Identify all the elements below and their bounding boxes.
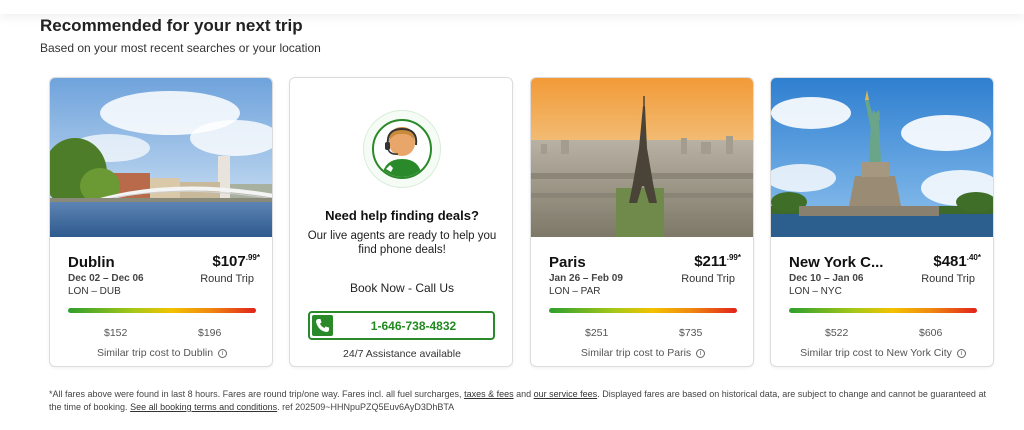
similar-trip-cost[interactable]: Similar trip cost to Paris i xyxy=(531,347,753,359)
trip-price: $481.40* xyxy=(933,253,981,270)
similar-trip-cost[interactable]: Similar trip cost to New York City i xyxy=(771,347,993,359)
price-asterisk: * xyxy=(256,253,260,262)
price-range-low: $251 xyxy=(585,327,609,339)
price-cents: .99 xyxy=(245,253,257,262)
price-range-bar xyxy=(789,308,977,313)
destination-card-new-york[interactable]: New York C... Dec 10 – Jan 06 LON – NYC … xyxy=(770,77,994,367)
assistance-note: 24/7 Assistance available xyxy=(343,348,461,360)
price-type: Round Trip xyxy=(921,273,975,285)
price-range-bar xyxy=(68,308,256,313)
section-subtitle: Based on your most recent searches or yo… xyxy=(40,41,321,55)
price-range-high: $735 xyxy=(679,327,703,339)
book-now-label: Book Now - Call Us xyxy=(349,281,455,295)
help-description: Our live agents are ready to help you fi… xyxy=(307,230,497,256)
help-title: Need help finding deals? xyxy=(325,208,479,223)
destination-card-dublin[interactable]: Dublin Dec 02 – Dec 06 LON – DUB $107.99… xyxy=(49,77,273,367)
fare-disclaimer: *All fares above were found in last 8 ho… xyxy=(49,388,994,414)
price-type: Round Trip xyxy=(681,273,735,285)
disclaimer-ref: . ref 202509~HHNpuPZQ5Euv6AyD3DhBTA xyxy=(277,402,455,412)
trip-route: LON – DUB xyxy=(68,286,121,297)
trip-price: $211.99* xyxy=(694,253,741,270)
similar-trip-cost[interactable]: Similar trip cost to Dublin i xyxy=(50,347,272,359)
call-button[interactable]: 1-646-738-4832 xyxy=(308,311,495,340)
service-fees-link[interactable]: our service fees xyxy=(534,389,598,399)
destination-photo-paris xyxy=(531,78,753,237)
trip-dates: Jan 26 – Feb 09 xyxy=(549,273,623,284)
booking-terms-link[interactable]: See all booking terms and conditions xyxy=(130,402,277,412)
info-icon[interactable]: i xyxy=(696,349,706,358)
similar-trip-label: Similar trip cost to Paris xyxy=(580,347,692,359)
disclaimer-text: *All fares above were found in last 8 ho… xyxy=(49,389,462,399)
phone-number[interactable]: 1-646-738-4832 xyxy=(334,319,493,333)
price-dollars: $211 xyxy=(694,253,727,270)
destination-photo-new-york xyxy=(771,78,993,237)
price-dollars: $481 xyxy=(933,253,967,270)
price-cents: .40 xyxy=(966,253,978,262)
trip-route: LON – NYC xyxy=(789,286,842,297)
price-range-bar xyxy=(549,308,737,313)
disclaimer-text: and xyxy=(516,389,532,399)
section-title: Recommended for your next trip xyxy=(40,16,303,35)
phone-icon xyxy=(312,315,333,336)
price-asterisk: * xyxy=(737,253,741,262)
price-dollars: $107 xyxy=(212,253,246,270)
similar-trip-label: Similar trip cost to New York City xyxy=(800,347,952,359)
similar-trip-label: Similar trip cost to Dublin xyxy=(96,347,214,359)
trip-route: LON – PAR xyxy=(549,286,601,297)
trip-dates: Dec 10 – Jan 06 xyxy=(789,273,864,284)
trip-price: $107.99* xyxy=(212,253,260,270)
destination-card-paris[interactable]: Paris Jan 26 – Feb 09 LON – PAR $211.99*… xyxy=(530,77,754,367)
info-icon[interactable]: i xyxy=(218,349,228,358)
price-range-low: $522 xyxy=(825,327,849,339)
phone-deals-card: Need help finding deals? Our live agents… xyxy=(289,77,513,367)
trip-dates: Dec 02 – Dec 06 xyxy=(68,273,144,284)
info-icon[interactable]: i xyxy=(956,349,966,358)
destination-name: Dublin xyxy=(68,254,115,271)
price-range-low: $152 xyxy=(104,327,128,339)
price-range-high: $606 xyxy=(919,327,943,339)
price-cents: .99 xyxy=(726,253,738,262)
price-range-high: $196 xyxy=(198,327,222,339)
header-shadow xyxy=(0,0,1024,14)
price-asterisk: * xyxy=(977,253,981,262)
taxes-fees-link[interactable]: taxes & fees xyxy=(464,389,514,399)
destination-name: New York C... xyxy=(789,254,884,271)
support-agent-icon xyxy=(363,110,441,188)
destination-photo-dublin xyxy=(50,78,272,237)
price-type: Round Trip xyxy=(200,273,254,285)
destination-name: Paris xyxy=(549,254,586,271)
